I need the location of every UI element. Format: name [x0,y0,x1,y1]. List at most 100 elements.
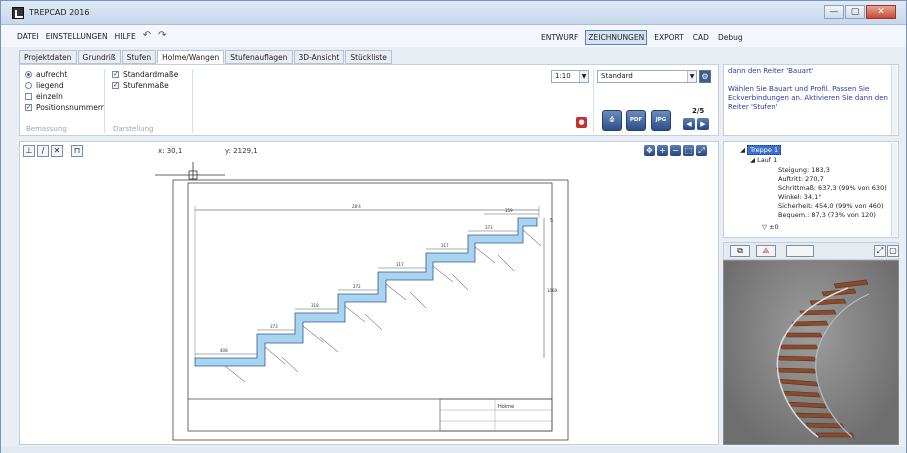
separator [192,69,193,133]
option-positionsnummern[interactable]: ✓ Positionsnummern [25,102,106,113]
label-einzeln: einzeln [36,92,63,101]
dim-label: 408 [220,348,228,353]
pdf-export-button[interactable]: PDF [626,110,646,131]
chevron-down-icon[interactable]: ▼ [687,71,696,82]
tread [775,367,817,374]
dim-label: 5 [550,218,553,224]
style-value: Standard [601,72,633,80]
separator [104,69,105,133]
radio-aufrecht[interactable] [25,71,32,78]
app-logo-icon [12,7,24,19]
tree-root-label[interactable]: Treppe 1 [747,145,782,155]
dim-label: 317 [396,262,404,267]
tread [781,390,821,398]
app-window: TREPCAD 2016 — ▢ ✕ DATEI EINSTELLUNGEN H… [0,0,907,453]
jpg-export-button[interactable]: JPG [651,110,671,131]
mode-debug[interactable]: Debug [716,31,745,44]
tab-grundriss[interactable]: Grundriß [77,50,121,64]
tab-projektdaten[interactable]: Projektdaten [19,50,77,64]
tread [833,279,869,289]
checkbox-standardmasse[interactable]: ✓ [112,71,119,78]
menu-datei[interactable]: DATEI [17,32,39,41]
prev-page-button[interactable]: ◀ [683,118,695,130]
tree-node-lauf[interactable]: ◢ Lauf 1 [750,156,777,164]
dim-label: 371 [485,225,493,230]
help-line-1: dann den Reiter 'Bauart' [728,67,814,75]
title-block-name: Holme [498,404,514,410]
label-standardmasse: Standardmaße [123,70,179,79]
label-liegend: liegend [36,81,64,90]
option-einzeln[interactable]: einzeln [25,91,106,102]
value-bequem: Bequem.: 87,3 (73% von 120) [778,211,876,219]
dim-label: 373 [270,324,278,329]
tab-stufenauflagen[interactable]: Stufenauflagen [225,50,293,64]
app-title: TREPCAD 2016 [29,8,90,17]
label-aufrecht: aufrecht [36,70,68,79]
checkbox-einzeln[interactable] [25,93,32,100]
mode-entwurf[interactable]: ENTWURF [539,31,580,44]
menu-einstellungen[interactable]: EINSTELLUNGEN [46,32,108,41]
stair-drawing: Holme 28'4 359 371 317 317 272 318 373 4… [155,162,569,441]
close-button[interactable]: ✕ [866,5,896,19]
radio-liegend[interactable] [25,82,32,89]
dim-label: 359 [505,208,513,213]
tread [784,332,823,338]
scale-select[interactable]: 1:10 ▼ [551,70,589,83]
fit-view-icon[interactable]: ⤢ [874,245,886,257]
tab-stufen[interactable]: Stufen [121,50,157,64]
tread [779,344,819,350]
tab-bar: Projektdaten Grundriß Stufen Holme/Wange… [19,50,392,64]
tread [776,355,817,362]
tree-node-treppe[interactable]: ◢ Treppe 1 [740,145,782,155]
mode-zeichnungen[interactable]: ZEICHNUNGEN [585,30,648,45]
tread [791,320,829,327]
stair-tree-panel: ◢ Treppe 1 ◢ Lauf 1 Steigung: 183,3 Auft… [723,141,899,238]
fullscreen-icon[interactable]: ▢ [887,245,899,257]
tree-child-label[interactable]: Lauf 1 [757,156,777,164]
help-text-panel: dann den Reiter 'Bauart' Wählen Sie Baua… [723,64,899,136]
view-mode-icon[interactable]: ⧉ [730,245,750,257]
option-liegend[interactable]: liegend [25,80,106,91]
menu-bar: DATEI EINSTELLUNGEN HILFE ↶ ↷ ENTWURF ZE… [1,25,906,47]
group-label-bemassung: Bemassung [26,125,67,133]
3d-view[interactable] [723,260,899,445]
page-indicator: 2/5 [692,107,705,115]
view-select[interactable] [786,245,814,257]
next-page-button[interactable]: ▶ [697,118,709,130]
value-auftritt: Auftritt: 270,7 [778,175,824,183]
checkbox-positionsnummern[interactable]: ✓ [25,104,32,111]
style-select[interactable]: Standard ▼ [597,70,697,83]
mode-cad[interactable]: CAD [691,31,711,44]
print-button[interactable]: ⎙ [602,110,622,131]
record-icon[interactable]: ● [576,117,587,128]
help-line-2: Wählen Sie Bauart und Profil. Passen Sie… [728,85,888,111]
drawing-canvas[interactable]: ⊥ ∕ ✕ ⊓ x: 30,1 y: 2129,1 ✥ + − ⬚ ⤢ Holm… [19,141,719,445]
option-stufenmasse[interactable]: ✓ Stufenmaße [112,80,178,91]
level-value: ±0 [769,223,779,231]
minimize-button[interactable]: — [824,5,844,19]
treads [775,279,869,438]
mode-export[interactable]: EXPORT [652,31,686,44]
option-aufrecht[interactable]: aufrecht [25,69,106,80]
tab-holme-wangen[interactable]: Holme/Wangen [157,50,225,64]
title-bar: TREPCAD 2016 — ▢ ✕ [1,1,906,25]
menu-hilfe[interactable]: HILFE [115,32,136,41]
render-mode-icon[interactable]: ⟁ [756,245,776,257]
value-steigung: Steigung: 183,3 [778,166,830,174]
undo-icon[interactable]: ↶ [143,31,151,41]
label-stufenmasse: Stufenmaße [123,81,169,90]
maximize-button[interactable]: ▢ [845,5,865,19]
scrollbar[interactable] [891,66,897,134]
redo-icon[interactable]: ↷ [158,31,166,41]
checkbox-stufenmasse[interactable]: ✓ [112,82,119,89]
3d-toolbar: ⧉ ⟁ ⤢ ▢ [723,242,899,260]
gear-icon[interactable]: ⚙ [699,70,711,83]
tab-stueckliste[interactable]: Stückliste [345,50,392,64]
tab-3d-ansicht[interactable]: 3D-Ansicht [293,50,345,64]
tread [787,401,827,409]
scrollbar[interactable] [891,143,897,236]
group-label-darstellung: Darstellung [113,125,154,133]
spiral-stair-3d [775,279,870,438]
option-standardmasse[interactable]: ✓ Standardmaße [112,69,178,80]
chevron-down-icon[interactable]: ▼ [579,71,588,82]
